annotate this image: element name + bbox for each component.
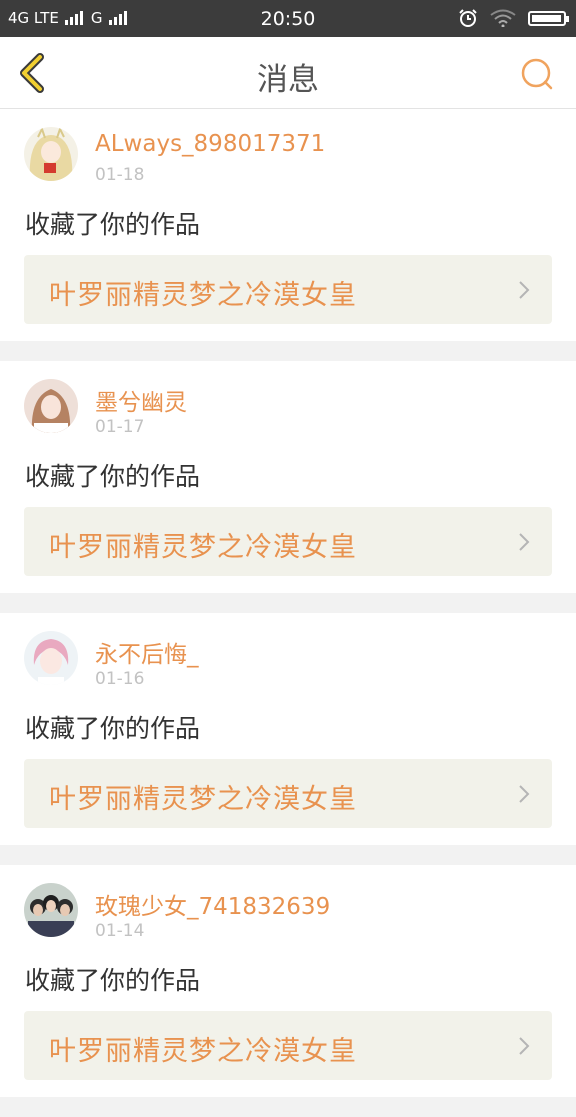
pink-hair-avatar-icon — [24, 631, 78, 685]
username[interactable]: 永不后悔_ — [95, 635, 199, 669]
page-title: 消息 — [257, 62, 319, 98]
message-action: 收藏了你的作品 — [25, 210, 201, 239]
wifi-icon — [490, 9, 516, 27]
avatar[interactable] — [24, 127, 78, 181]
work-link[interactable]: 叶罗丽精灵梦之冷漠女皇 — [24, 255, 552, 324]
header: 消息 — [0, 37, 576, 109]
work-title: 叶罗丽精灵梦之冷漠女皇 — [49, 280, 357, 311]
chevron-right-icon — [519, 1037, 530, 1055]
avatar[interactable] — [24, 883, 78, 937]
work-title: 叶罗丽精灵梦之冷漠女皇 — [49, 784, 357, 815]
search-icon[interactable] — [520, 57, 554, 91]
message-date: 01-17 — [95, 417, 145, 437]
avatar[interactable] — [24, 379, 78, 433]
battery-icon — [528, 10, 569, 26]
status-bar: 4G LTE G 20:50 — [0, 0, 576, 37]
chevron-right-icon — [519, 281, 530, 299]
message-date: 01-14 — [95, 921, 145, 941]
message-card: 永不后悔_ 01-16 收藏了你的作品 叶罗丽精灵梦之冷漠女皇 — [0, 613, 576, 845]
chevron-right-icon — [519, 533, 530, 551]
anime-girl-avatar-icon — [24, 127, 78, 181]
message-action: 收藏了你的作品 — [25, 714, 201, 743]
username[interactable]: 玫瑰少女_741832639 — [95, 887, 330, 921]
girl-photo-avatar-icon — [24, 379, 78, 433]
avatar[interactable] — [24, 631, 78, 685]
work-link[interactable]: 叶罗丽精灵梦之冷漠女皇 — [24, 507, 552, 576]
battery-level — [532, 14, 561, 22]
username[interactable]: ALways_898017371 — [95, 131, 325, 157]
username[interactable]: 墨兮幽灵 — [95, 383, 187, 417]
work-title: 叶罗丽精灵梦之冷漠女皇 — [49, 532, 357, 563]
message-card: ALways_898017371 01-18 收藏了你的作品 叶罗丽精灵梦之冷漠… — [0, 109, 576, 341]
work-link[interactable]: 叶罗丽精灵梦之冷漠女皇 — [24, 1011, 552, 1080]
message-date: 01-16 — [95, 669, 145, 689]
message-action: 收藏了你的作品 — [25, 462, 201, 491]
message-card: 玫瑰少女_741832639 01-14 收藏了你的作品 叶罗丽精灵梦之冷漠女皇 — [0, 865, 576, 1097]
message-date: 01-18 — [95, 165, 145, 185]
status-right — [458, 8, 569, 28]
message-card: 墨兮幽灵 01-17 收藏了你的作品 叶罗丽精灵梦之冷漠女皇 — [0, 361, 576, 593]
message-list: ALways_898017371 01-18 收藏了你的作品 叶罗丽精灵梦之冷漠… — [0, 109, 576, 1117]
message-action: 收藏了你的作品 — [25, 966, 201, 995]
chevron-right-icon — [519, 785, 530, 803]
work-link[interactable]: 叶罗丽精灵梦之冷漠女皇 — [24, 759, 552, 828]
work-title: 叶罗丽精灵梦之冷漠女皇 — [49, 1036, 357, 1067]
group-photo-avatar-icon — [24, 883, 78, 937]
alarm-icon — [459, 9, 477, 27]
